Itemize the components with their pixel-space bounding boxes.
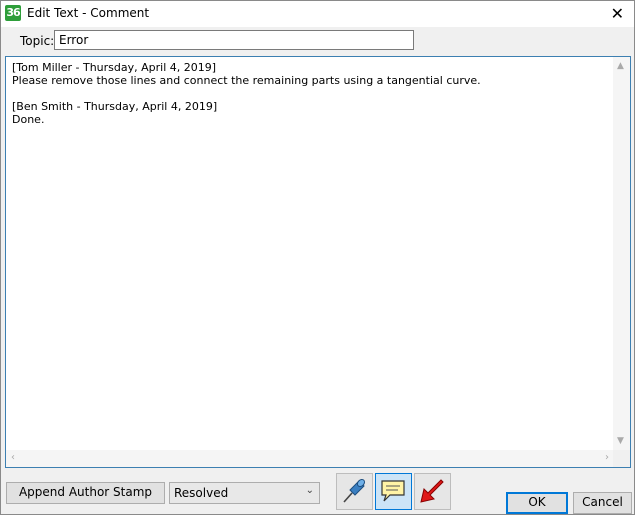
window-title: Edit Text - Comment	[27, 6, 150, 20]
pin-button[interactable]	[336, 473, 373, 510]
chevron-down-icon: ⌄	[305, 485, 314, 496]
scrollbar-corner	[613, 450, 630, 467]
vertical-scrollbar[interactable]: ▲ ▼	[613, 57, 630, 450]
title-bar: 36 Edit Text - Comment ✕	[1, 1, 634, 27]
comment-text: [Tom Miller - Thursday, April 4, 2019] P…	[12, 61, 481, 126]
scroll-up-icon[interactable]: ▲	[617, 61, 624, 71]
arrow-button[interactable]	[414, 473, 451, 510]
close-icon[interactable]: ✕	[611, 4, 624, 23]
topic-input[interactable]: Error	[54, 30, 414, 50]
ok-button[interactable]: OK	[506, 492, 568, 514]
app-icon: 36	[5, 5, 21, 21]
scroll-down-icon[interactable]: ▼	[617, 436, 624, 446]
topic-label: Topic:	[20, 34, 55, 48]
note-button[interactable]	[375, 473, 412, 510]
scroll-right-icon[interactable]: ›	[605, 452, 609, 463]
status-value: Resolved	[174, 486, 229, 500]
horizontal-scrollbar[interactable]: ‹ ›	[6, 450, 613, 467]
append-author-stamp-button[interactable]: Append Author Stamp	[6, 482, 165, 504]
speech-bubble-icon	[381, 480, 405, 502]
cancel-button[interactable]: Cancel	[573, 492, 632, 514]
red-arrow-icon	[420, 479, 444, 503]
comment-text-area[interactable]: [Tom Miller - Thursday, April 4, 2019] P…	[5, 56, 631, 468]
pushpin-icon	[343, 478, 366, 503]
scroll-left-icon[interactable]: ‹	[11, 452, 15, 463]
edit-text-dialog: 36 Edit Text - Comment ✕ Topic: Error [T…	[0, 0, 635, 515]
status-dropdown[interactable]: Resolved ⌄	[169, 482, 320, 504]
